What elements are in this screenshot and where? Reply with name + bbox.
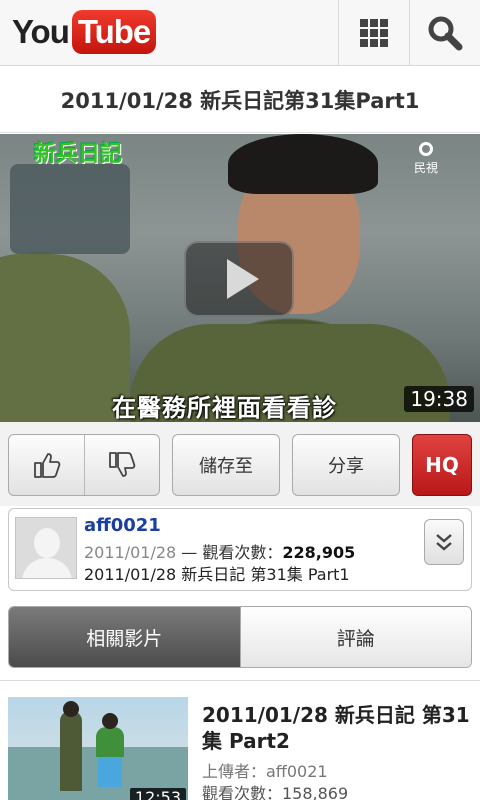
thumbnail-figure-1 <box>60 711 82 791</box>
hq-toggle-button[interactable]: HQ <box>412 434 472 496</box>
thumbs-up-icon <box>33 453 60 478</box>
list-item[interactable]: 12:53 2011/01/28 新兵日記 第31集 Part2 上傳者：aff… <box>0 690 480 800</box>
grid-menu-button[interactable] <box>338 0 408 66</box>
video-player[interactable]: 新兵日記 民視 在醫務所裡面看看診 19:38 <box>0 134 480 422</box>
upload-meta: 2011/01/28 — 觀看次數：228,905 <box>84 539 355 563</box>
video-show-logo: 新兵日記 <box>34 142 123 167</box>
dislike-button[interactable] <box>84 435 159 495</box>
related-video-uploader: 上傳者：aff0021 <box>202 762 328 781</box>
youtube-logo[interactable]: You Tube <box>12 10 157 54</box>
channel-logo: 民視 <box>410 142 442 182</box>
video-description: 2011/01/28 新兵日記 第31集 Part1 <box>84 565 350 584</box>
tab-comments[interactable]: 評論 <box>239 607 471 667</box>
uploader-name-link[interactable]: aff0021 <box>84 515 161 536</box>
grid-icon <box>359 19 388 47</box>
tab-related-videos[interactable]: 相關影片 <box>9 607 240 667</box>
thumbnail-figure-1-head <box>63 701 79 717</box>
avatar-body-shape <box>22 558 72 578</box>
content-tabs: 相關影片 評論 <box>8 606 472 668</box>
action-bar: 儲存至 分享 HQ <box>0 422 480 506</box>
channel-logo-icon <box>419 142 433 156</box>
avatar[interactable] <box>15 517 77 579</box>
video-soldier-left <box>0 254 130 422</box>
divider <box>0 680 480 681</box>
related-video-thumbnail[interactable]: 12:53 <box>8 697 188 800</box>
like-button[interactable] <box>9 435 84 495</box>
save-to-button[interactable]: 儲存至 <box>172 434 280 496</box>
chevron-double-down-icon <box>436 534 452 551</box>
video-subtitle: 在醫務所裡面看看診 <box>112 394 337 422</box>
video-duration: 19:38 <box>404 386 474 412</box>
logo-tube-text: Tube <box>71 10 157 54</box>
logo-you-text: You <box>12 13 70 50</box>
related-video-title[interactable]: 2011/01/28 新兵日記 第31集 Part2 <box>202 702 472 754</box>
share-button[interactable]: 分享 <box>292 434 400 496</box>
thumbs-down-icon <box>109 452 136 477</box>
thumbnail-figure-2-head <box>102 713 118 729</box>
thumbnail-figure-2-shorts <box>98 757 122 787</box>
play-icon <box>227 259 259 299</box>
rating-buttons <box>8 434 160 496</box>
avatar-head-shape <box>34 528 60 558</box>
expand-details-button[interactable] <box>424 519 464 565</box>
view-count: 228,905 <box>282 543 356 562</box>
top-bar: You Tube <box>0 0 480 66</box>
thumbnail-figure-2 <box>96 727 124 757</box>
channel-label: 民視 <box>413 161 438 175</box>
video-title: 2011/01/28 新兵日記第31集Part1 <box>0 67 480 133</box>
play-button[interactable] <box>184 241 294 317</box>
video-background-truck <box>10 164 130 254</box>
related-video-duration: 12:53 <box>129 788 186 800</box>
search-icon <box>428 16 462 51</box>
uploader-card: aff0021 2011/01/28 — 觀看次數：228,905 2011/0… <box>8 508 472 591</box>
search-button[interactable] <box>409 0 479 66</box>
upload-date: 2011/01/28 <box>84 543 177 562</box>
video-soldier-hair <box>228 134 378 194</box>
views-prefix: — 觀看次數： <box>176 543 283 562</box>
related-video-views: 觀看次數：158,869 <box>202 784 349 800</box>
